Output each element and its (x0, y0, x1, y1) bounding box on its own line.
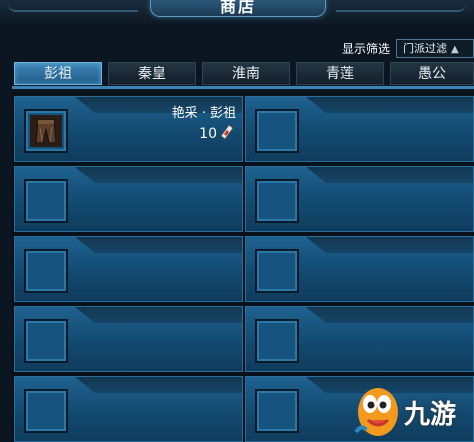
price-value: 10 (199, 126, 217, 142)
armor-pants-icon (30, 115, 62, 147)
mascot-logo-icon (354, 388, 398, 436)
shop-item-card[interactable] (14, 376, 243, 442)
shop-item-card[interactable] (14, 306, 243, 372)
top-frame: 商店 (0, 0, 474, 26)
item-slot[interactable] (24, 179, 68, 223)
shop-item-card[interactable] (245, 306, 474, 372)
tab-underline (12, 86, 474, 89)
item-slot[interactable] (255, 179, 299, 223)
filter-dropdown[interactable]: 门派过滤 ▲ (396, 38, 474, 58)
title-plate: 商店 (150, 0, 326, 17)
item-slot[interactable] (24, 249, 68, 293)
currency-token-icon (220, 124, 234, 144)
tab-qinhuang[interactable]: 秦皇 (108, 62, 196, 85)
filter-label: 显示筛选 (341, 41, 390, 56)
tab-label: 彭祖 (44, 66, 72, 82)
tab-label: 青莲 (326, 66, 354, 82)
tab-huainan[interactable]: 淮南 (202, 62, 290, 85)
watermark-text: 九游 (404, 400, 457, 430)
watermark: 九游 (352, 378, 474, 441)
window-title: 商店 (219, 0, 256, 16)
tab-yugong[interactable]: 愚公 (390, 62, 474, 85)
item-price: 10 (199, 124, 234, 144)
tab-bar: 彭祖 秦皇 淮南 青莲 愚公 (0, 62, 474, 86)
item-slot[interactable] (255, 389, 299, 433)
shop-item-card[interactable]: 艳采 · 彭祖 10 (14, 96, 243, 162)
item-slot[interactable] (255, 109, 299, 153)
shop-item-card[interactable] (245, 236, 474, 302)
filter-row: 显示筛选 门派过滤 ▲ (342, 38, 474, 58)
item-slot[interactable] (255, 249, 299, 293)
tab-pengzu[interactable]: 彭祖 (14, 62, 102, 85)
tab-label: 愚公 (418, 66, 446, 82)
tab-label: 淮南 (232, 66, 260, 82)
tab-qinglian[interactable]: 青莲 (296, 62, 384, 85)
item-slot[interactable] (255, 319, 299, 363)
tab-label: 秦皇 (138, 66, 166, 82)
frame-ornament-left (8, 2, 138, 12)
shop-item-card[interactable] (245, 96, 474, 162)
item-slot[interactable] (24, 389, 68, 433)
shop-item-card[interactable] (245, 166, 474, 232)
item-slot[interactable] (24, 319, 68, 363)
item-name: 艳采 · 彭祖 (171, 106, 236, 121)
shop-item-card[interactable] (14, 236, 243, 302)
frame-ornament-right (336, 2, 466, 12)
shop-item-card[interactable] (14, 166, 243, 232)
chevron-down-icon: ▲ (451, 43, 459, 55)
filter-selected-value: 门派过滤 (403, 41, 447, 55)
item-slot[interactable] (24, 109, 68, 153)
